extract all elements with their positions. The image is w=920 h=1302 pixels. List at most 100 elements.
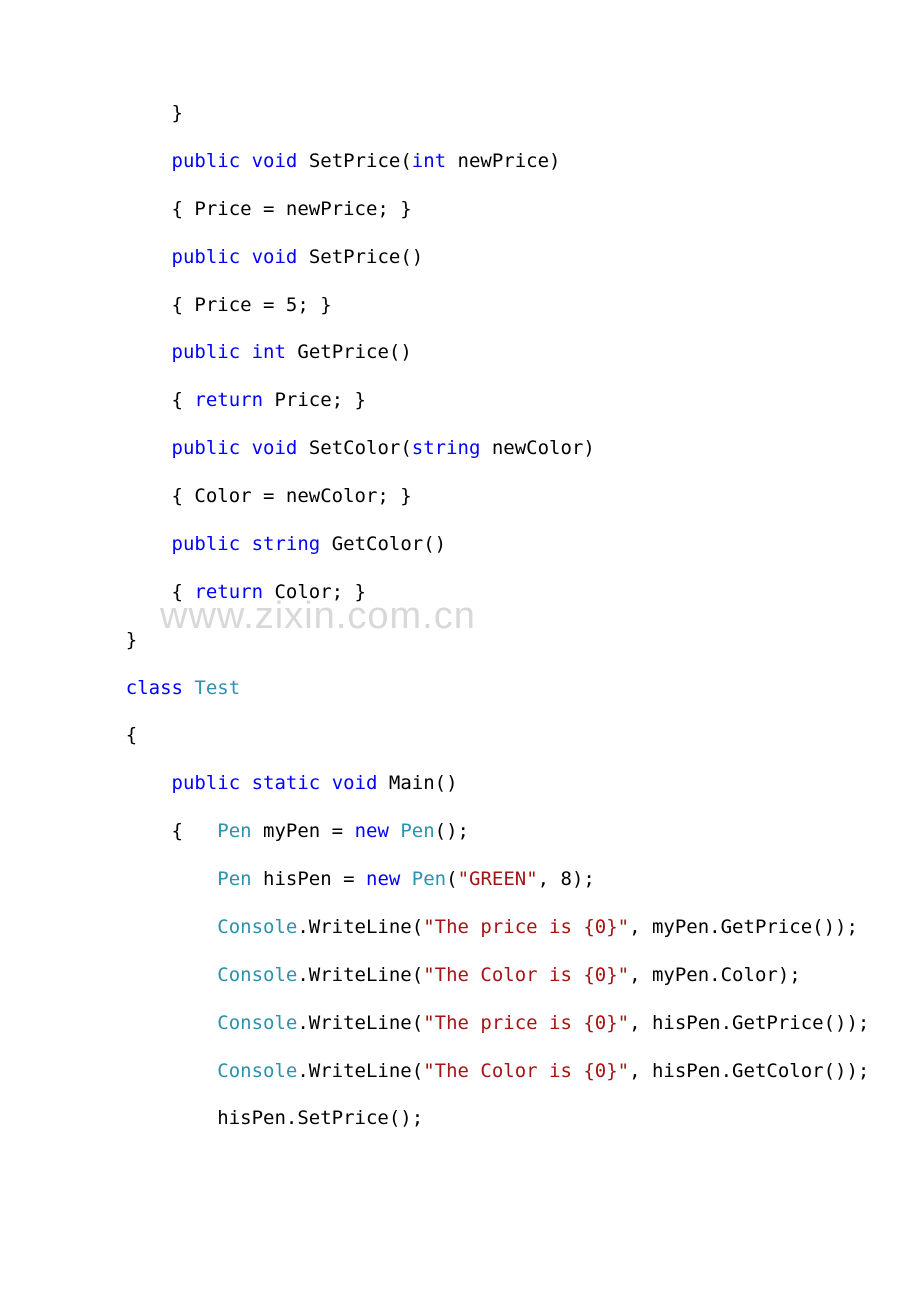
code-token: .WriteLine( — [297, 916, 423, 938]
code-token: void — [252, 246, 298, 268]
code-token — [240, 772, 251, 794]
code-token: GetPrice() — [286, 341, 412, 363]
code-token: new — [366, 868, 400, 890]
code-token: public — [172, 533, 241, 555]
code-token: (); — [435, 820, 469, 842]
code-token — [240, 150, 251, 172]
code-token: string — [252, 533, 321, 555]
code-token: .WriteLine( — [297, 1060, 423, 1082]
code-line: public void SetColor(string newColor) — [80, 425, 840, 473]
code-token: "The Color is {0}" — [423, 964, 629, 986]
code-token: , myPen.Color); — [629, 964, 801, 986]
code-token: Console — [217, 916, 297, 938]
code-token: } — [172, 102, 183, 124]
code-token: , 8); — [538, 868, 595, 890]
code-token: public — [172, 772, 241, 794]
code-token: public — [172, 341, 241, 363]
code-token: class — [126, 677, 183, 699]
code-token — [240, 533, 251, 555]
code-token: Console — [217, 964, 297, 986]
code-token: int — [252, 341, 286, 363]
code-token: Pen — [217, 868, 251, 890]
code-token: SetPrice() — [297, 246, 423, 268]
code-token: int — [412, 150, 446, 172]
code-token: Console — [217, 1060, 297, 1082]
code-token: "The price is {0}" — [423, 1012, 629, 1034]
code-token: hisPen = — [252, 868, 366, 890]
code-token: { — [172, 581, 195, 603]
code-token: public — [172, 150, 241, 172]
code-token: { — [126, 724, 137, 746]
code-token: Color; } — [263, 581, 366, 603]
code-token: { — [172, 389, 195, 411]
code-line: Pen hisPen = new Pen("GREEN", 8); — [80, 856, 840, 904]
code-token: Main() — [377, 772, 457, 794]
code-token: hisPen.SetPrice(); — [217, 1107, 423, 1129]
code-token: void — [332, 772, 378, 794]
code-token: "GREEN" — [458, 868, 538, 890]
code-line: public string GetColor() — [80, 521, 840, 569]
code-token: } — [126, 629, 137, 651]
code-line: public void SetPrice() — [80, 234, 840, 282]
code-token: public — [172, 437, 241, 459]
code-line: Console.WriteLine("The Color is {0}", my… — [80, 952, 840, 1000]
code-token: void — [252, 150, 298, 172]
code-line: { Price = newPrice; } — [80, 186, 840, 234]
code-block: } public void SetPrice(int newPrice) { P… — [0, 0, 920, 1143]
code-token: Test — [194, 677, 240, 699]
code-line: public static void Main() — [80, 760, 840, 808]
code-token — [389, 820, 400, 842]
code-token: { Price = newPrice; } — [172, 198, 412, 220]
code-line: Console.WriteLine("The price is {0}", my… — [80, 904, 840, 952]
code-token — [240, 246, 251, 268]
code-token: Pen — [412, 868, 446, 890]
code-token: { Price = 5; } — [172, 294, 332, 316]
code-line: } — [80, 617, 840, 665]
code-token: myPen = — [252, 820, 355, 842]
code-token: .WriteLine( — [297, 964, 423, 986]
code-token: return — [194, 581, 263, 603]
code-token: public — [172, 246, 241, 268]
code-token: void — [252, 437, 298, 459]
code-line: hisPen.SetPrice(); — [80, 1095, 840, 1143]
code-token: Console — [217, 1012, 297, 1034]
code-token: static — [252, 772, 321, 794]
code-token: "The Color is {0}" — [423, 1060, 629, 1082]
code-token — [183, 677, 194, 699]
code-line: { return Color; } — [80, 569, 840, 617]
code-token: { — [172, 820, 218, 842]
code-token: , hisPen.GetPrice()); — [629, 1012, 869, 1034]
code-token — [320, 772, 331, 794]
code-line: { — [80, 712, 840, 760]
code-token: Pen — [217, 820, 251, 842]
code-token: "The price is {0}" — [423, 916, 629, 938]
code-token — [240, 437, 251, 459]
code-line: { return Price; } — [80, 377, 840, 425]
code-line: class Test — [80, 665, 840, 713]
code-token: newPrice) — [446, 150, 560, 172]
code-token: GetColor() — [320, 533, 446, 555]
code-token: Price; } — [263, 389, 366, 411]
code-token: new — [355, 820, 389, 842]
code-token: ( — [446, 868, 457, 890]
code-line: public void SetPrice(int newPrice) — [80, 138, 840, 186]
code-token — [400, 868, 411, 890]
code-token: , hisPen.GetColor()); — [629, 1060, 869, 1082]
code-token: newColor) — [480, 437, 594, 459]
code-line: Console.WriteLine("The Color is {0}", hi… — [80, 1048, 840, 1096]
code-token: SetPrice( — [297, 150, 411, 172]
code-token: .WriteLine( — [297, 1012, 423, 1034]
code-line: public int GetPrice() — [80, 329, 840, 377]
code-token: SetColor( — [297, 437, 411, 459]
code-line: { Pen myPen = new Pen(); — [80, 808, 840, 856]
code-line: } — [80, 90, 840, 138]
code-token: Pen — [400, 820, 434, 842]
code-token: return — [194, 389, 263, 411]
code-line: { Price = 5; } — [80, 282, 840, 330]
code-token: { Color = newColor; } — [172, 485, 412, 507]
code-token — [240, 341, 251, 363]
code-line: { Color = newColor; } — [80, 473, 840, 521]
code-token: string — [412, 437, 481, 459]
code-token: , myPen.GetPrice()); — [629, 916, 858, 938]
code-line: Console.WriteLine("The price is {0}", hi… — [80, 1000, 840, 1048]
